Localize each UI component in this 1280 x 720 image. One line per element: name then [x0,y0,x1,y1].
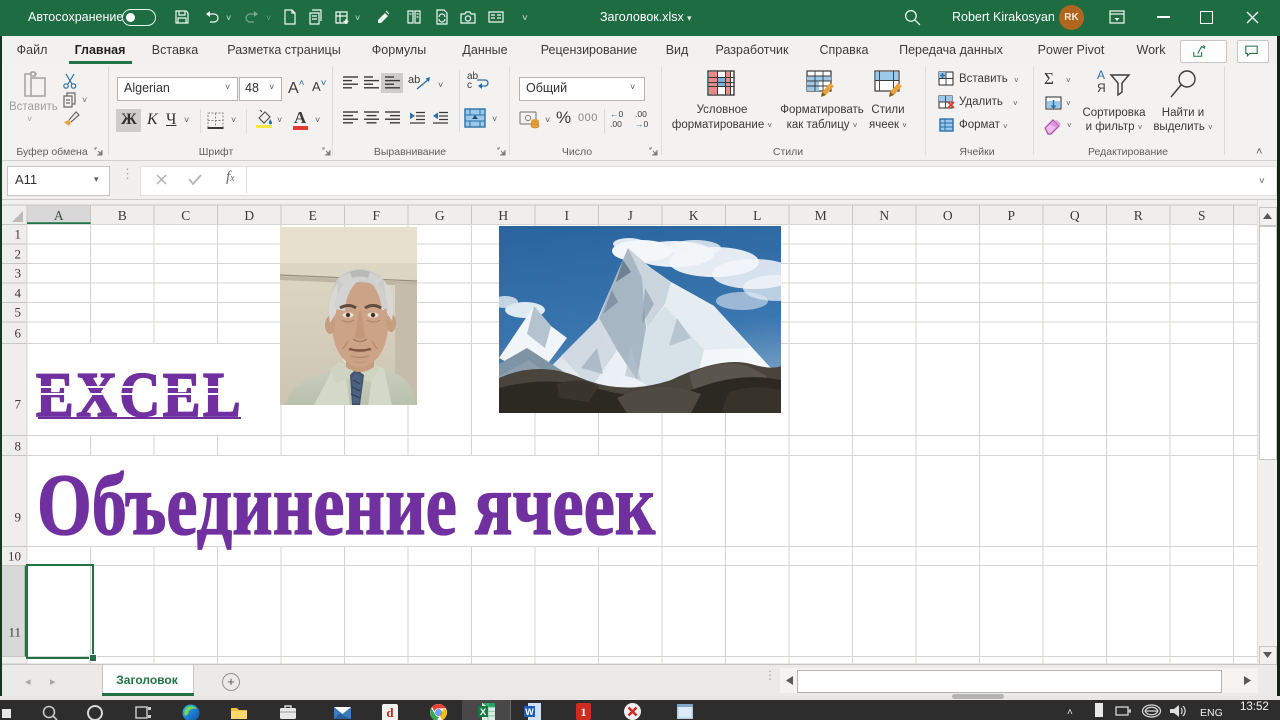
svg-text:M: M [815,208,827,223]
svg-text:G: G [435,208,445,223]
svg-text:B: B [118,208,127,223]
svg-text:5: 5 [15,305,22,320]
svg-text:d: d [386,705,394,720]
svg-text:9: 9 [15,510,22,525]
svg-text:10: 10 [8,549,21,564]
svg-text:1: 1 [15,227,22,242]
svg-text:11: 11 [8,625,21,640]
svg-text:I: I [565,208,570,223]
svg-text:J: J [628,208,633,223]
svg-text:R: R [1134,208,1143,223]
svg-text:K: K [689,208,699,223]
svg-text:E: E [309,208,317,223]
svg-text:6: 6 [15,326,22,341]
svg-text:7: 7 [15,397,22,412]
svg-text:D: D [244,208,254,223]
svg-text:C: C [181,208,190,223]
svg-text:2: 2 [15,247,22,262]
svg-text:A: A [54,208,64,223]
svg-text:P: P [1007,208,1015,223]
svg-text:S: S [1198,208,1206,223]
svg-text:3: 3 [15,266,22,281]
svg-text:L: L [753,208,761,223]
svg-text:X: X [480,707,487,718]
svg-text:H: H [498,208,508,223]
svg-text:4: 4 [15,286,22,301]
svg-text:F: F [372,208,380,223]
svg-text:O: O [943,208,953,223]
svg-text:N: N [879,208,889,223]
svg-text:1: 1 [581,705,587,719]
svg-text:Q: Q [1070,208,1080,223]
svg-text:8: 8 [15,439,22,454]
svg-text:W: W [525,707,534,717]
